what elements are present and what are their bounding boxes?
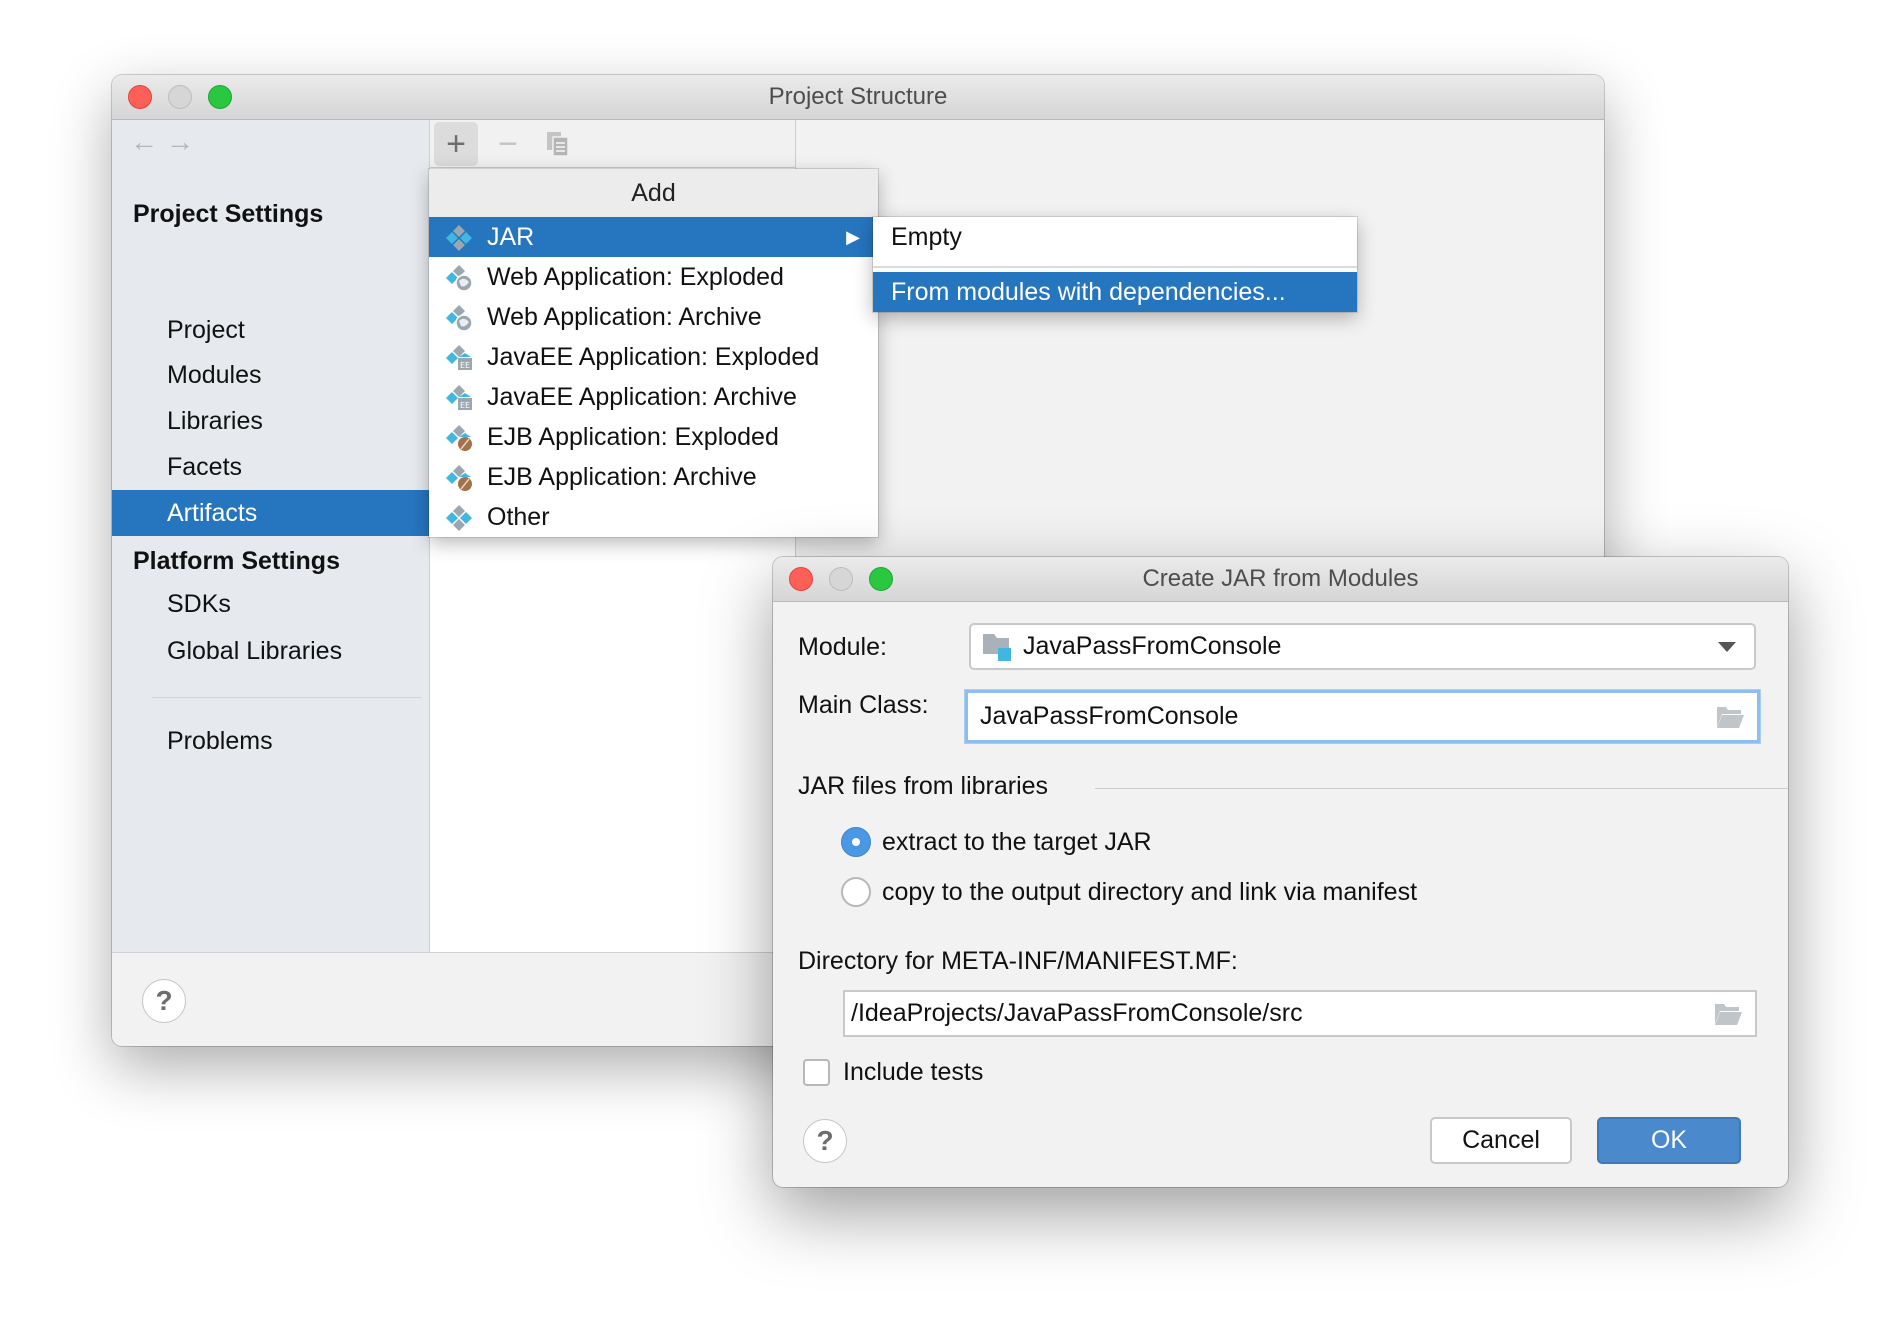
menu-item-javaee-archive[interactable]: EE JavaEE Application: Archive bbox=[429, 377, 878, 417]
submenu-item-from-modules[interactable]: From modules with dependencies... bbox=[873, 272, 1357, 312]
module-folder-icon bbox=[983, 634, 1011, 661]
create-jar-dialog: Create JAR from Modules Module: JavaPass… bbox=[773, 557, 1788, 1187]
menu-item-web-exploded[interactable]: Web Application: Exploded bbox=[429, 257, 878, 297]
menu-item-label: JAR bbox=[487, 223, 535, 251]
svg-text:EE: EE bbox=[460, 401, 470, 410]
title-bar: Project Structure bbox=[112, 75, 1604, 120]
menu-item-other[interactable]: Other bbox=[429, 497, 878, 537]
ok-button[interactable]: OK bbox=[1597, 1117, 1741, 1164]
add-artifact-button[interactable]: + bbox=[434, 122, 478, 166]
artifact-icon bbox=[446, 505, 472, 531]
dialog-title-bar: Create JAR from Modules bbox=[773, 557, 1788, 602]
manifest-dir-input[interactable] bbox=[845, 992, 1755, 1035]
menu-item-jar[interactable]: JAR ▶ bbox=[429, 217, 878, 257]
ejb-artifact-icon bbox=[446, 425, 472, 451]
project-settings-header: Project Settings bbox=[133, 200, 324, 228]
browse-folder-icon[interactable] bbox=[1713, 1002, 1743, 1026]
menu-item-javaee-exploded[interactable]: EE JavaEE Application: Exploded bbox=[429, 337, 878, 377]
menu-item-label: Other bbox=[487, 503, 550, 531]
menu-item-ejb-archive[interactable]: EJB Application: Archive bbox=[429, 457, 878, 497]
navigation-arrows: ← → bbox=[112, 120, 312, 164]
sidebar-item-problems[interactable]: Problems bbox=[112, 718, 429, 764]
add-artifact-popup: Add JAR ▶ Web Application: Exploded Web App… bbox=[429, 169, 878, 537]
dialog-title: Create JAR from Modules bbox=[1142, 565, 1419, 592]
module-label: Module: bbox=[798, 633, 887, 661]
menu-item-label: JavaEE Application: Archive bbox=[487, 383, 797, 411]
copy-artifact-button[interactable] bbox=[536, 122, 580, 166]
manifest-dir-label: Directory for META-INF/MANIFEST.MF: bbox=[798, 947, 1238, 975]
sidebar-item-global-libraries[interactable]: Global Libraries bbox=[112, 628, 429, 674]
window-title: Project Structure bbox=[768, 83, 948, 110]
radio-extract-label[interactable]: extract to the target JAR bbox=[882, 828, 1152, 857]
menu-item-label: Web Application: Exploded bbox=[487, 263, 784, 291]
help-button[interactable]: ? bbox=[142, 979, 186, 1023]
web-artifact-icon bbox=[446, 265, 473, 292]
sidebar-divider bbox=[152, 697, 422, 698]
javaee-artifact-icon: EE bbox=[446, 345, 472, 370]
chevron-down-icon bbox=[1718, 642, 1736, 652]
cancel-button[interactable]: Cancel bbox=[1430, 1117, 1572, 1164]
jar-submenu: Empty From modules with dependencies... bbox=[873, 217, 1357, 312]
artifacts-toolbar: + − bbox=[430, 120, 795, 168]
remove-artifact-button[interactable]: − bbox=[486, 122, 530, 166]
menu-item-label: Web Application: Archive bbox=[487, 303, 762, 331]
svg-text:EE: EE bbox=[460, 361, 470, 370]
arrow-left-icon[interactable]: ← bbox=[130, 128, 158, 156]
sidebar-item-sdks[interactable]: SDKs bbox=[112, 581, 429, 627]
ejb-artifact-icon bbox=[446, 465, 472, 491]
menu-item-ejb-exploded[interactable]: EJB Application: Exploded bbox=[429, 417, 878, 457]
radio-copy-link-label[interactable]: copy to the output directory and link vi… bbox=[882, 878, 1417, 907]
menu-item-web-archive[interactable]: Web Application: Archive bbox=[429, 297, 878, 337]
copy-icon bbox=[547, 132, 569, 157]
popup-title: Add bbox=[429, 169, 878, 217]
submenu-item-empty[interactable]: Empty bbox=[873, 217, 1357, 257]
main-class-input[interactable] bbox=[968, 693, 1757, 740]
dialog-help-button[interactable]: ? bbox=[803, 1119, 847, 1163]
menu-item-label: EJB Application: Exploded bbox=[487, 423, 779, 451]
arrow-right-icon[interactable]: → bbox=[166, 128, 194, 156]
sidebar-item-modules[interactable]: Modules bbox=[112, 352, 429, 398]
module-combobox[interactable]: JavaPassFromConsole bbox=[969, 623, 1756, 670]
include-tests-checkbox[interactable] bbox=[803, 1059, 830, 1086]
radio-extract[interactable] bbox=[841, 827, 871, 857]
include-tests-label[interactable]: Include tests bbox=[843, 1058, 983, 1087]
group-separator bbox=[1095, 788, 1788, 789]
submenu-separator bbox=[873, 266, 1357, 268]
web-artifact-icon bbox=[446, 305, 473, 332]
radio-copy-link[interactable] bbox=[841, 877, 871, 907]
menu-item-label: JavaEE Application: Exploded bbox=[487, 343, 820, 371]
platform-settings-header: Platform Settings bbox=[133, 547, 340, 575]
sidebar-item-libraries[interactable]: Libraries bbox=[112, 398, 429, 444]
jar-artifact-icon bbox=[446, 225, 472, 251]
browse-folder-icon[interactable] bbox=[1715, 705, 1745, 729]
settings-sidebar: ← → Project Settings Project Modules Lib… bbox=[112, 120, 430, 952]
main-class-label: Main Class: bbox=[798, 691, 929, 719]
manifest-dir-field[interactable] bbox=[843, 990, 1757, 1037]
module-value: JavaPassFromConsole bbox=[1023, 632, 1282, 660]
menu-item-label: EJB Application: Archive bbox=[487, 463, 757, 491]
libraries-group-label: JAR files from libraries bbox=[798, 772, 1049, 800]
submenu-arrow-icon: ▶ bbox=[846, 227, 860, 247]
sidebar-item-facets[interactable]: Facets bbox=[112, 444, 429, 490]
main-class-field[interactable] bbox=[965, 690, 1760, 743]
sidebar-item-artifacts[interactable]: Artifacts bbox=[112, 490, 429, 536]
javaee-artifact-icon: EE bbox=[446, 385, 472, 410]
sidebar-item-project[interactable]: Project bbox=[112, 307, 429, 353]
